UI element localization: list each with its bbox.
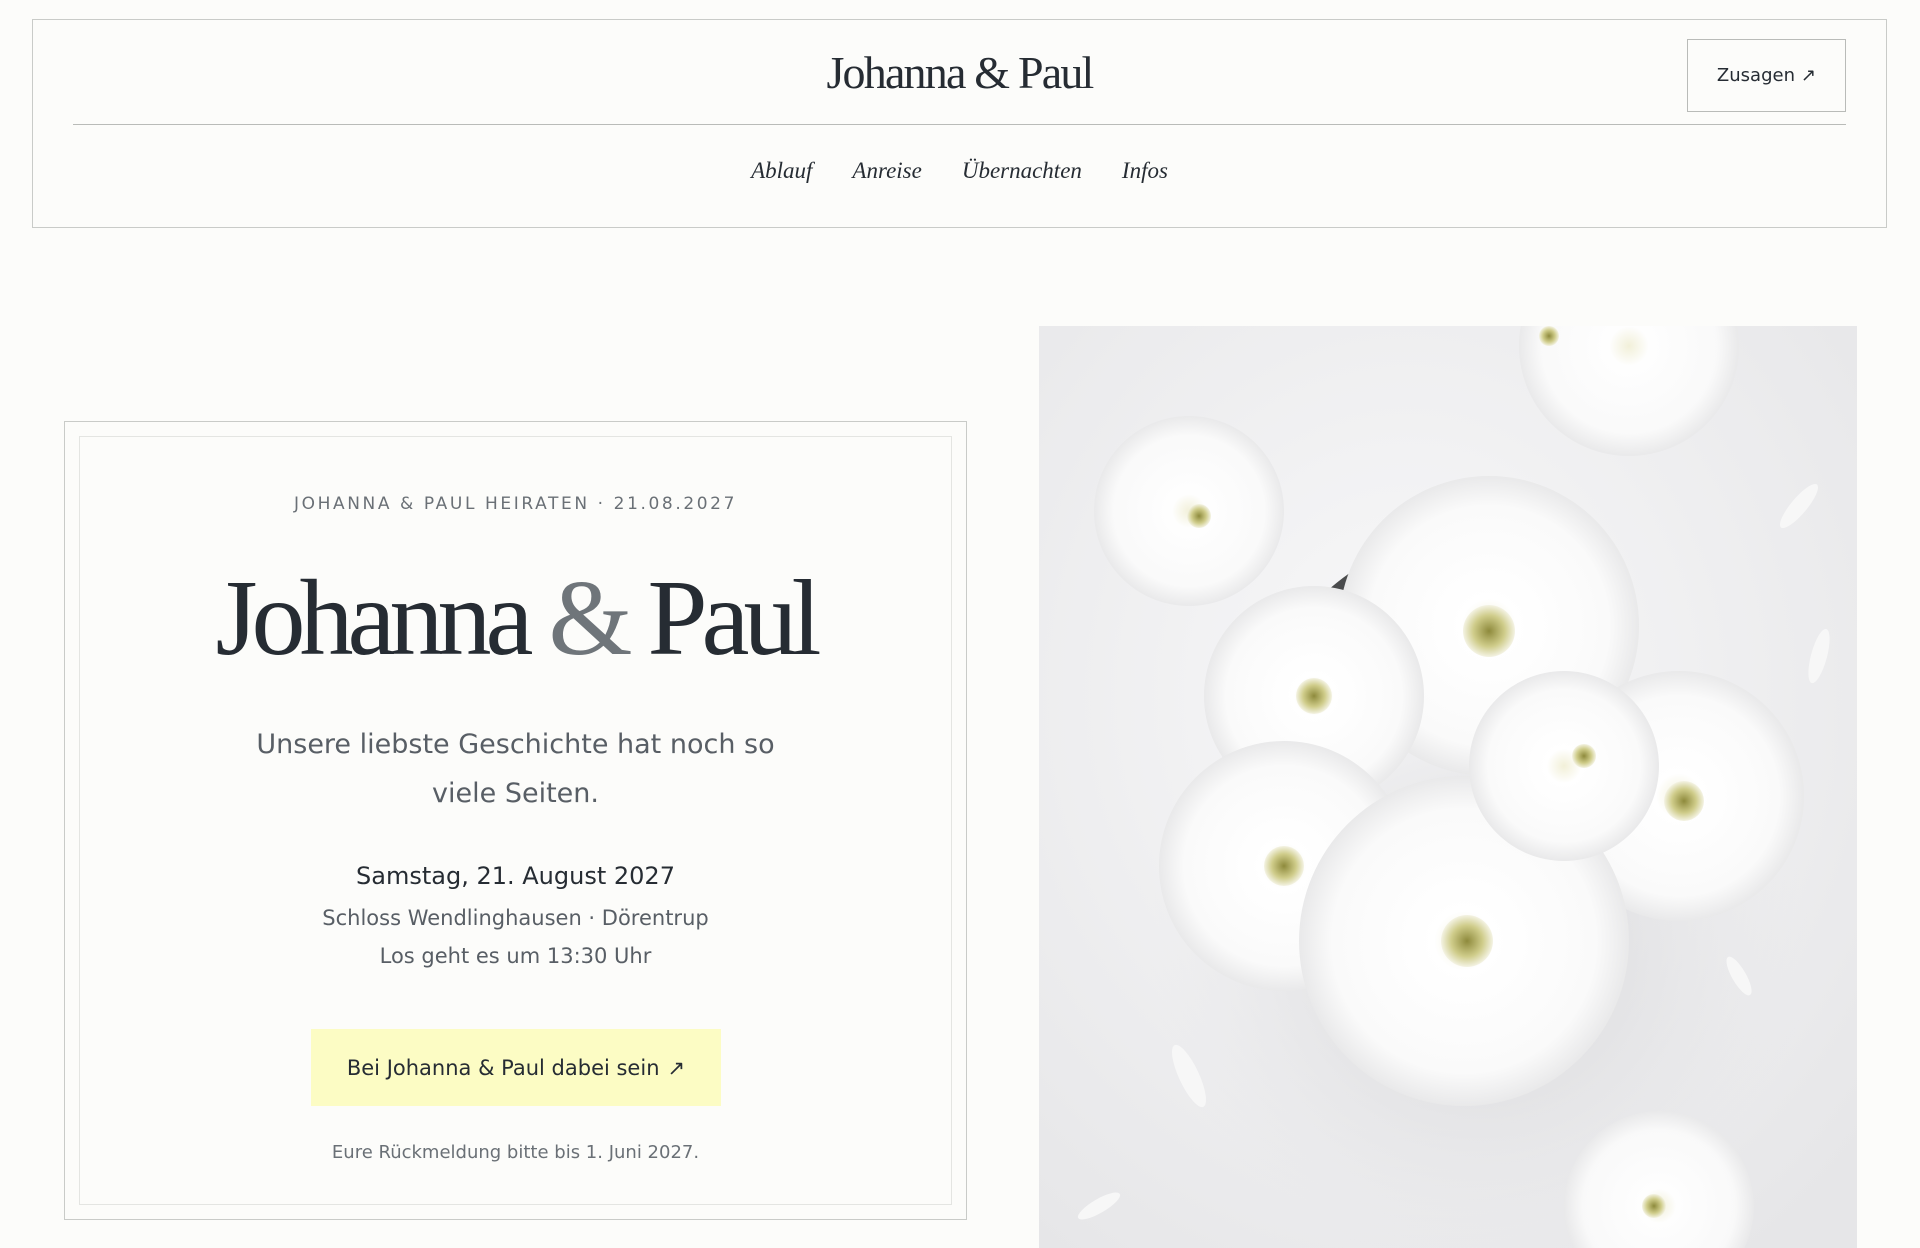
hero-title-ampersand: & [548,559,632,678]
flowers-illustration [1039,326,1857,1248]
site-header: Johanna & Paul Zusagen ↗ Ablauf Anreise … [32,19,1887,228]
hero-card-inner-frame: JOHANNA & PAUL HEIRATEN · 21.08.2027 Joh… [79,436,952,1205]
hero-card: JOHANNA & PAUL HEIRATEN · 21.08.2027 Joh… [64,421,967,1220]
hero-title: Johanna & Paul [80,565,951,673]
rsvp-button-label: Zusagen [1716,65,1795,86]
hero-photo-white-chrysanthemums [1039,326,1857,1248]
rsvp-deadline-note: Eure Rückmeldung bitte bis 1. Juni 2027. [331,1142,700,1163]
event-date: Samstag, 21. August 2027 [356,862,675,890]
hero-eyebrow: JOHANNA & PAUL HEIRATEN · 21.08.2027 [293,494,737,514]
rsvp-button[interactable]: Zusagen ↗ [1687,39,1846,112]
hero-title-name-1: Johanna [215,559,534,678]
nav-item-ablauf[interactable]: Ablauf [751,159,812,182]
nav-item-anreise[interactable]: Anreise [852,159,921,182]
nav-item-infos[interactable]: Infos [1122,159,1168,182]
arrow-up-right-icon: ↗ [1800,65,1817,86]
rsvp-cta-button[interactable]: Bei Johanna & Paul dabei sein ↗ [311,1029,721,1106]
rsvp-cta-label: Bei Johanna & Paul dabei sein [346,1055,660,1080]
site-title[interactable]: Johanna & Paul [33,50,1886,96]
main-nav: Ablauf Anreise Übernachten Infos [33,159,1886,182]
nav-item-uebernachten[interactable]: Übernachten [962,159,1082,182]
event-time: Los geht es um 13:30 Uhr [379,944,652,968]
hero-tagline: Unsere liebste Geschichte hat noch so vi… [256,729,775,809]
header-divider [73,124,1846,125]
hero-title-name-2: Paul [647,559,821,678]
event-location: Schloss Wendlinghausen · Dörentrup [322,906,709,930]
arrow-up-right-icon: ↗ [667,1055,686,1080]
